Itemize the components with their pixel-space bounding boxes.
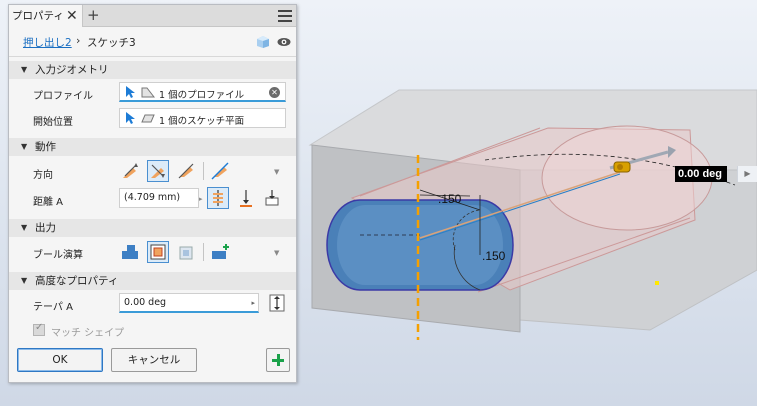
direction-asymmetric-icon[interactable]: [209, 160, 231, 182]
panel-tab-bar: プロパティ ✕ +: [9, 5, 296, 27]
match-shape-label: マッチ シェイプ: [51, 328, 125, 339]
section-behavior[interactable]: ▼ 動作: [9, 138, 296, 156]
boolean-dropdown-icon[interactable]: ▼: [274, 249, 279, 257]
new-solid-icon[interactable]: [209, 241, 231, 263]
dimension-label-1[interactable]: .150: [438, 192, 461, 206]
collapse-triangle-icon[interactable]: ▼: [21, 272, 27, 290]
taper-value: 0.00 deg: [124, 297, 167, 308]
breadcrumb-separator: ›: [76, 34, 81, 47]
cut-button[interactable]: [147, 241, 169, 263]
collapse-triangle-icon[interactable]: ▼: [21, 219, 27, 237]
section-label: 動作: [35, 141, 56, 153]
section-input-geometry[interactable]: ▼ 入力ジオメトリ: [9, 61, 296, 79]
properties-panel: プロパティ ✕ + 押し出し2 › スケッチ3 ▼ 入力ジオメトリ プロファイル…: [8, 4, 297, 383]
tab-properties[interactable]: プロパティ ✕: [9, 5, 83, 27]
match-shape-checkbox[interactable]: [33, 322, 45, 336]
ok-button[interactable]: OK: [17, 348, 103, 372]
cube-icon[interactable]: [256, 35, 270, 49]
add-tab-icon[interactable]: +: [87, 5, 100, 26]
taper-label: テーパ A: [33, 302, 73, 313]
readout-expand-icon[interactable]: ▶: [737, 166, 757, 182]
intersect-icon[interactable]: [175, 241, 197, 263]
profile-label: プロファイル: [33, 91, 93, 102]
direction-flipped-icon: [151, 164, 165, 178]
start-value: 1 個のスケッチ平面: [159, 116, 245, 127]
profile-selector[interactable]: 1 個のプロファイル ✕: [119, 82, 286, 102]
distance-input[interactable]: (4.709 mm): [119, 188, 199, 208]
dimension-label-2[interactable]: .150: [482, 249, 505, 263]
taper-input[interactable]: 0.00 deg ▸: [119, 293, 259, 313]
direction-default-icon[interactable]: [119, 160, 141, 182]
cursor-arrow-icon: [126, 112, 135, 124]
add-icon[interactable]: [266, 348, 290, 372]
taper-value-readout[interactable]: 0.00 deg: [675, 166, 727, 182]
cursor-arrow-icon: [126, 86, 135, 98]
breadcrumb: 押し出し2 › スケッチ3: [9, 27, 296, 57]
eye-icon[interactable]: [277, 36, 291, 48]
start-selector[interactable]: 1 個のスケッチ平面: [119, 108, 286, 128]
start-label: 開始位置: [33, 117, 73, 128]
direction-flipped-button[interactable]: [147, 160, 169, 182]
direction-dropdown-icon[interactable]: ▼: [274, 168, 279, 176]
distance-dropdown-icon[interactable]: ▸: [199, 195, 203, 203]
taper-icon[interactable]: [267, 293, 287, 313]
breadcrumb-current: スケッチ3: [87, 37, 136, 49]
join-icon[interactable]: [119, 241, 141, 263]
tab-label: プロパティ: [12, 10, 64, 22]
section-label: 入力ジオメトリ: [35, 64, 109, 76]
collapse-triangle-icon[interactable]: ▼: [21, 61, 27, 79]
distance-icon: [213, 190, 223, 206]
to-next-icon[interactable]: [235, 187, 257, 209]
distance-value: (4.709 mm): [124, 192, 181, 203]
profile-shape-icon: [141, 87, 155, 98]
taper-dropdown-icon[interactable]: ▸: [251, 294, 255, 312]
distance-mode-button[interactable]: [207, 187, 229, 209]
clear-icon[interactable]: ✕: [269, 87, 280, 98]
section-label: 出力: [35, 222, 56, 234]
sketch-plane-icon: [141, 114, 155, 123]
cut-icon: [150, 244, 166, 260]
hamburger-menu-icon[interactable]: [278, 10, 292, 22]
breadcrumb-parent-link[interactable]: 押し出し2: [23, 35, 72, 50]
boolean-label: ブール演算: [33, 250, 83, 261]
section-advanced[interactable]: ▼ 高度なプロパティ: [9, 272, 296, 290]
cancel-button[interactable]: キャンセル: [111, 348, 197, 372]
section-label: 高度なプロパティ: [35, 275, 119, 287]
close-icon[interactable]: ✕: [66, 5, 78, 27]
to-icon[interactable]: [261, 187, 283, 209]
profile-value: 1 個のプロファイル: [159, 90, 245, 101]
section-output[interactable]: ▼ 出力: [9, 219, 296, 237]
direction-label: 方向: [33, 170, 53, 181]
distance-label: 距離 A: [33, 197, 64, 208]
direction-symmetric-icon[interactable]: [175, 160, 197, 182]
collapse-triangle-icon[interactable]: ▼: [21, 138, 27, 156]
